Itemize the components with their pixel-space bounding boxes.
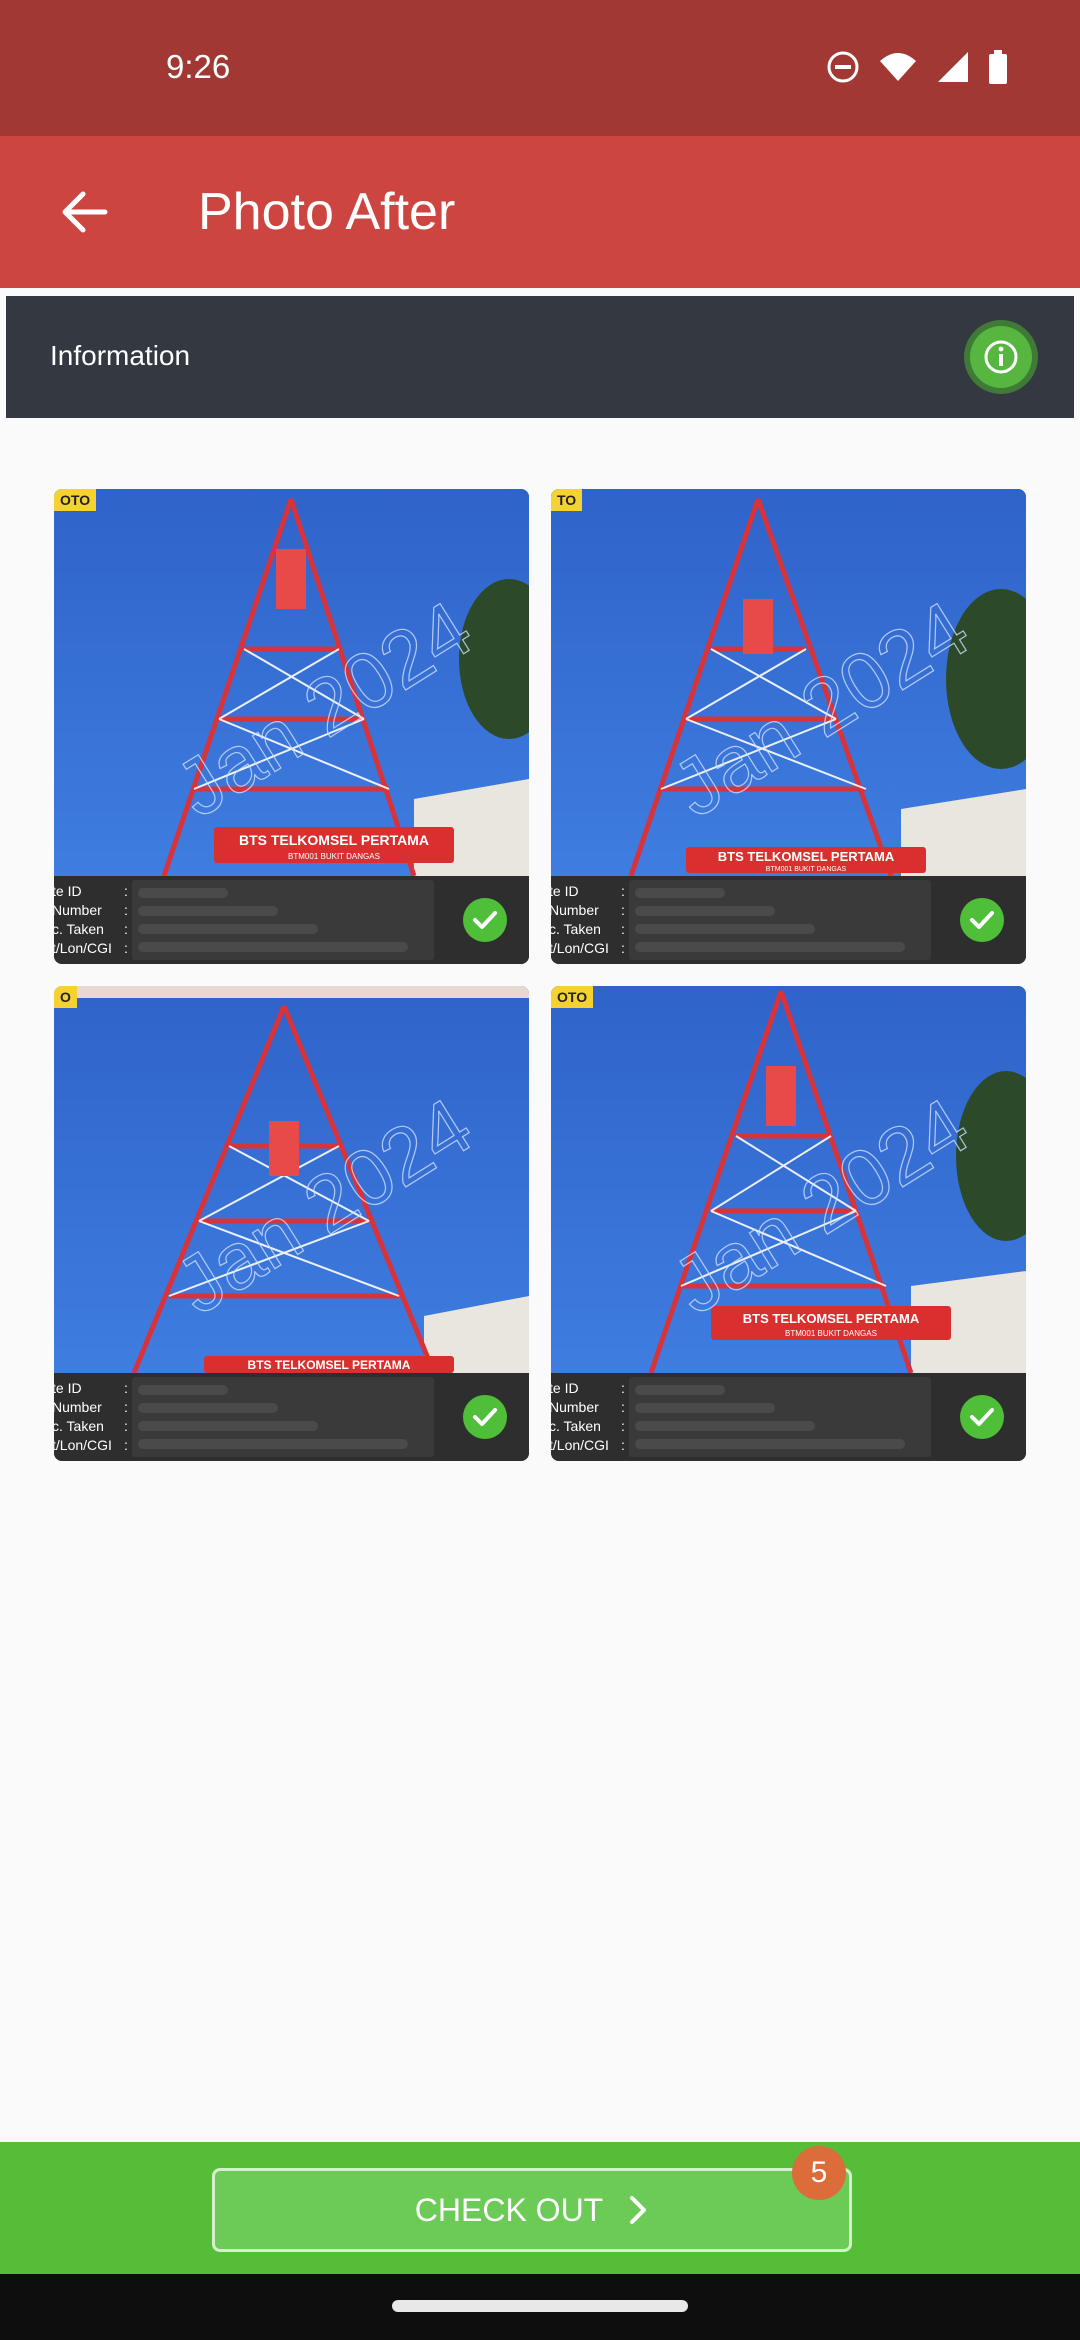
- photo-card[interactable]: BTS TELKOMSEL PERTAMA BTM001 BUKIT DANGA…: [551, 489, 1026, 964]
- photo-metadata: te ID Number c. Taken t/Lon/CGI ::::: [54, 876, 529, 964]
- photo-tag: OTO: [54, 489, 97, 511]
- photo-metadata: te ID Number c. Taken t/Lon/CGI ::::: [551, 876, 1026, 964]
- meta-label: te ID: [551, 883, 579, 899]
- check-icon: [960, 898, 1004, 942]
- banner-title: BTS TELKOMSEL PERTAMA: [239, 832, 429, 848]
- photo-card[interactable]: BTS TELKOMSEL PERTAMA BTM001 BUKIT DANGA…: [551, 986, 1026, 1461]
- tower-photo: BTS TELKOMSEL PERTAMA Jan 2024: [54, 986, 529, 1373]
- check-icon: [960, 1395, 1004, 1439]
- banner-title: BTS TELKOMSEL PERTAMA: [718, 849, 895, 864]
- page-title: Photo After: [198, 183, 456, 241]
- back-button[interactable]: [48, 176, 120, 248]
- arrow-left-icon: [62, 191, 108, 233]
- photo-card[interactable]: BTS TELKOMSEL PERTAMA Jan 2024 O te ID N…: [54, 986, 529, 1461]
- banner-subtitle: BTM001 BUKIT DANGAS: [288, 852, 380, 861]
- photo-metadata: te ID Number c. Taken t/Lon/CGI ::::: [54, 1373, 529, 1461]
- check-icon: [463, 1395, 507, 1439]
- meta-label: Number: [54, 1399, 102, 1415]
- checkout-button[interactable]: CHECK OUT: [212, 2168, 852, 2252]
- blurred-values: [132, 880, 434, 960]
- status-time: 9:26: [166, 48, 231, 85]
- info-icon[interactable]: [970, 326, 1032, 388]
- information-label: Information: [50, 340, 191, 371]
- meta-label: t/Lon/CGI: [54, 1437, 112, 1453]
- meta-label: Number: [54, 902, 102, 918]
- status-bar: 9:26: [0, 0, 1080, 136]
- wifi-icon: [878, 51, 918, 83]
- banner-subtitle: BTM001 BUKIT DANGAS: [785, 1329, 877, 1338]
- chevron-right-icon: [630, 2196, 647, 2224]
- information-panel[interactable]: Information: [6, 296, 1074, 418]
- photo-tag: O: [54, 986, 77, 1008]
- photo-card[interactable]: BTS TELKOMSEL PERTAMA BTM001 BUKIT DANGA…: [54, 489, 529, 964]
- meta-label: c. Taken: [551, 1418, 601, 1434]
- checkout-label: CHECK OUT: [414, 2191, 604, 2228]
- checkout-count-badge: 5: [792, 2146, 846, 2200]
- meta-label: Number: [551, 1399, 599, 1415]
- do-not-disturb-icon: [826, 50, 860, 84]
- meta-label: te ID: [54, 1380, 82, 1396]
- system-nav-bar: [0, 2274, 1080, 2340]
- blurred-values: [629, 1377, 931, 1457]
- banner-title: BTS TELKOMSEL PERTAMA: [743, 1311, 920, 1326]
- blurred-values: [629, 880, 931, 960]
- meta-label: c. Taken: [54, 1418, 104, 1434]
- bottom-bar: CHECK OUT: [0, 2142, 1080, 2274]
- app-bar: Photo After: [0, 136, 1080, 288]
- battery-icon: [988, 50, 1008, 84]
- meta-label: t/Lon/CGI: [551, 940, 609, 956]
- check-icon: [463, 898, 507, 942]
- signal-icon: [936, 50, 970, 84]
- meta-label: c. Taken: [54, 921, 104, 937]
- tower-photo: BTS TELKOMSEL PERTAMA BTM001 BUKIT DANGA…: [551, 489, 1026, 876]
- meta-label: c. Taken: [551, 921, 601, 937]
- meta-label: t/Lon/CGI: [551, 1437, 609, 1453]
- status-icons: [826, 50, 1008, 84]
- tower-photo: BTS TELKOMSEL PERTAMA BTM001 BUKIT DANGA…: [54, 489, 529, 876]
- banner-title: BTS TELKOMSEL PERTAMA: [248, 1358, 411, 1372]
- meta-label: te ID: [54, 883, 82, 899]
- home-indicator[interactable]: [392, 2300, 688, 2312]
- banner-subtitle: BTM001 BUKIT DANGAS: [766, 866, 847, 873]
- tower-photo: BTS TELKOMSEL PERTAMA BTM001 BUKIT DANGA…: [551, 986, 1026, 1373]
- photo-metadata: te ID Number c. Taken t/Lon/CGI ::::: [551, 1373, 1026, 1461]
- meta-label: te ID: [551, 1380, 579, 1396]
- meta-label: t/Lon/CGI: [54, 940, 112, 956]
- meta-label: Number: [551, 902, 599, 918]
- photo-tag: OTO: [551, 986, 594, 1008]
- photo-tag: TO: [551, 489, 583, 511]
- blurred-values: [132, 1377, 434, 1457]
